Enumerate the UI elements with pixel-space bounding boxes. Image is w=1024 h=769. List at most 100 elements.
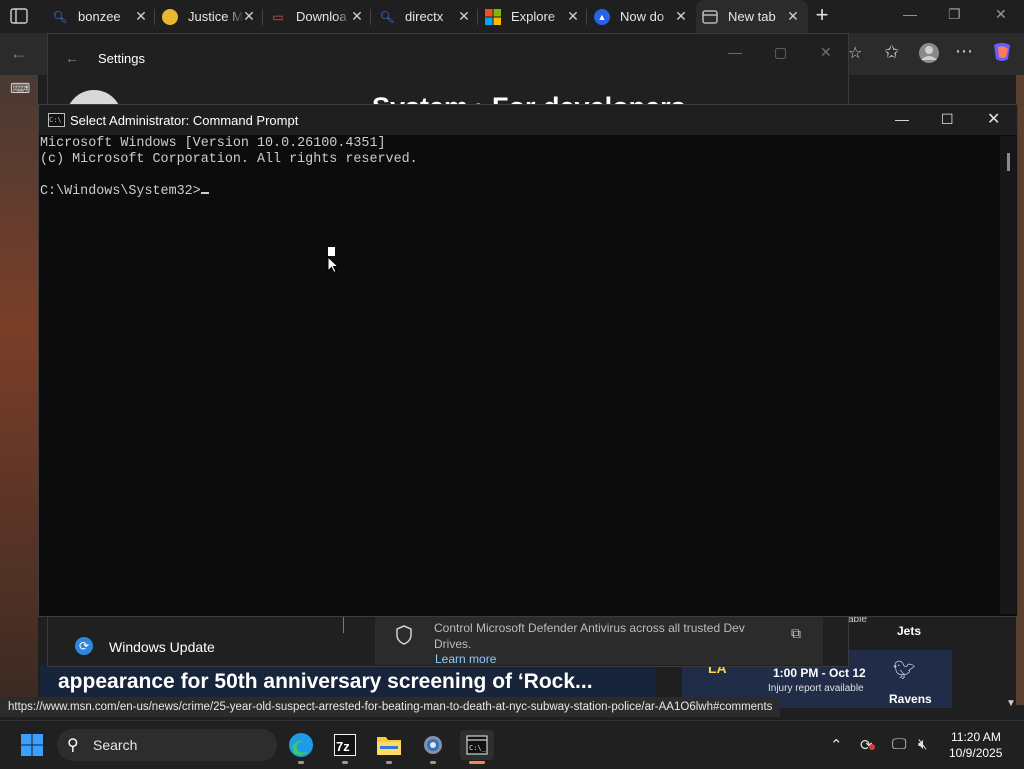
link-status-bar: https://www.msn.com/en-us/news/crime/25-…: [0, 697, 781, 717]
console-prompt-line[interactable]: C:\Windows\System32>: [40, 184, 1000, 200]
terminal-icon[interactable]: C:\_: [460, 730, 494, 760]
console-output[interactable]: Microsoft Windows [Version 10.0.26100.43…: [40, 136, 1000, 614]
tab-title: directx: [405, 9, 444, 24]
tab-title: Justice M: [188, 9, 243, 24]
browser-tab[interactable]: ▭ Downloa ✕: [270, 0, 364, 33]
search-placeholder: Search: [93, 737, 138, 753]
favorite-add-icon[interactable]: ☆: [848, 43, 862, 63]
microsoft-icon: [485, 8, 501, 25]
external-link-icon[interactable]: ⧉: [791, 625, 801, 642]
browser-tab[interactable]: Justice M ✕: [162, 0, 256, 33]
taskbar-search[interactable]: ⚲ Search: [57, 729, 277, 761]
volume-muted-icon[interactable]: 🔇︎: [918, 736, 927, 753]
taskbar: ⚲ Search 7z C:\_ ⌃ ⟳ 🖵︎ 🔇︎ 11:20 AM 10/9…: [0, 720, 1024, 769]
divider: [343, 617, 344, 633]
close-icon[interactable]: ✕: [987, 109, 1000, 129]
sync-icon[interactable]: ⟳: [860, 736, 875, 754]
maximize-icon[interactable]: ▢: [774, 44, 787, 61]
console-prompt: C:\Windows\System32>: [40, 184, 201, 199]
window-title: Select Administrator: Command Prompt: [70, 113, 299, 128]
settings-gear-icon[interactable]: [418, 730, 448, 760]
game-time: 1:00 PM - Oct 12: [773, 666, 866, 680]
tab-actions-icon[interactable]: [8, 6, 30, 26]
windows-start-icon[interactable]: [21, 734, 43, 756]
tab-title: bonzee: [78, 9, 121, 24]
close-tab-icon[interactable]: ✕: [674, 9, 688, 23]
mouse-pointer-icon: [327, 247, 340, 274]
shield-icon: [395, 625, 413, 645]
scrollbar-thumb[interactable]: [1007, 153, 1010, 171]
profile-avatar-icon[interactable]: [918, 42, 940, 69]
chrome-icon: [162, 8, 178, 25]
cmd-app-icon: C:\: [48, 113, 65, 127]
windows-update-icon: ⟳: [75, 637, 93, 655]
text-cursor: [200, 192, 209, 194]
close-tab-icon[interactable]: ✕: [786, 9, 800, 23]
clock-time[interactable]: 11:20 AM: [951, 730, 1001, 744]
show-hidden-icons-chevron-icon[interactable]: ⌃: [830, 736, 843, 754]
more-options-icon[interactable]: ⋯: [955, 41, 973, 62]
favorites-icon[interactable]: ✩: [884, 42, 899, 63]
search-icon: ⚲: [67, 737, 79, 754]
tab-strip: 🔍︎ bonzee ✕ Justice M ✕ ▭ Downloa ✕ 🔍︎ d…: [0, 0, 1024, 33]
console-line: Microsoft Windows [Version 10.0.26100.43…: [40, 136, 386, 151]
svg-text:7z: 7z: [336, 739, 350, 754]
close-tab-icon[interactable]: ✕: [566, 9, 580, 23]
scrollbar[interactable]: [1000, 136, 1017, 614]
browser-tab[interactable]: 🔍︎ directx ✕: [379, 0, 471, 33]
close-icon[interactable]: ✕: [995, 6, 1007, 23]
app-running-indicator: [342, 761, 348, 764]
7zip-icon[interactable]: 7z: [330, 730, 360, 760]
nav-item-windows-update[interactable]: ⟳ Windows Update: [48, 629, 378, 665]
title-bar[interactable]: C:\ Select Administrator: Command Prompt…: [39, 105, 1017, 135]
maximize-icon[interactable]: ☐: [941, 111, 954, 128]
clock-date[interactable]: 10/9/2025: [949, 746, 1002, 760]
back-arrow-icon[interactable]: ←: [65, 50, 79, 66]
file-explorer-icon[interactable]: [374, 730, 404, 760]
close-icon[interactable]: ✕: [820, 44, 832, 61]
game-subtitle: Injury report available: [768, 683, 864, 694]
minimize-icon[interactable]: —: [895, 111, 909, 127]
app-running-indicator: [386, 761, 392, 764]
edge-icon[interactable]: [286, 730, 316, 760]
console-line: (c) Microsoft Corporation. All rights re…: [40, 152, 418, 167]
scroll-down-icon[interactable]: ▼: [1006, 698, 1016, 709]
sidebar-toggle-icon[interactable]: ⌨: [10, 80, 30, 97]
app-active-indicator: [469, 761, 485, 764]
learn-more-link[interactable]: Learn more: [435, 652, 496, 666]
window-title: Settings: [98, 51, 145, 66]
new-tab-button[interactable]: +: [810, 4, 834, 28]
team-name: Jets: [897, 624, 922, 638]
close-tab-icon[interactable]: ✕: [242, 9, 256, 23]
network-icon[interactable]: 🖵︎: [892, 736, 906, 753]
browser-tab[interactable]: ▲ Now do ✕: [594, 0, 688, 33]
defender-setting-card[interactable]: Control Microsoft Defender Antivirus acr…: [375, 617, 823, 666]
tab-title: New tab: [728, 9, 776, 24]
browser-tab[interactable]: 🔍︎ bonzee ✕: [52, 0, 148, 33]
nav-item-label: Windows Update: [109, 639, 215, 655]
command-prompt-window[interactable]: C:\ Select Administrator: Command Prompt…: [38, 104, 1018, 617]
app-running-indicator: [430, 761, 436, 764]
copilot-icon[interactable]: [990, 41, 1014, 68]
close-tab-icon[interactable]: ✕: [457, 9, 471, 23]
team-name: Ravens: [889, 692, 932, 706]
browser-tab[interactable]: Explore ✕: [485, 0, 580, 33]
page-background-left: [0, 75, 38, 705]
newtab-page-icon: [702, 9, 718, 25]
back-icon[interactable]: ←: [10, 43, 28, 64]
close-tab-icon[interactable]: ✕: [134, 9, 148, 23]
search-icon: 🔍︎: [379, 9, 395, 24]
close-tab-icon[interactable]: ✕: [350, 9, 364, 23]
svg-text:C:\_: C:\_: [469, 744, 487, 752]
app-running-indicator: [298, 761, 304, 764]
tab-title: Explore: [511, 9, 556, 24]
restore-icon[interactable]: ❐: [948, 6, 961, 23]
news-headline[interactable]: appearance for 50th anniversary screenin…: [58, 670, 593, 694]
browser-tab-active[interactable]: New tab ✕: [696, 0, 808, 33]
minimize-icon[interactable]: —: [903, 6, 917, 22]
arrow-icon: ▲: [594, 8, 610, 25]
tab-title: Downloa: [296, 9, 347, 24]
minimize-icon[interactable]: —: [728, 44, 742, 60]
setting-description: Control Microsoft Defender Antivirus acr…: [434, 621, 745, 651]
